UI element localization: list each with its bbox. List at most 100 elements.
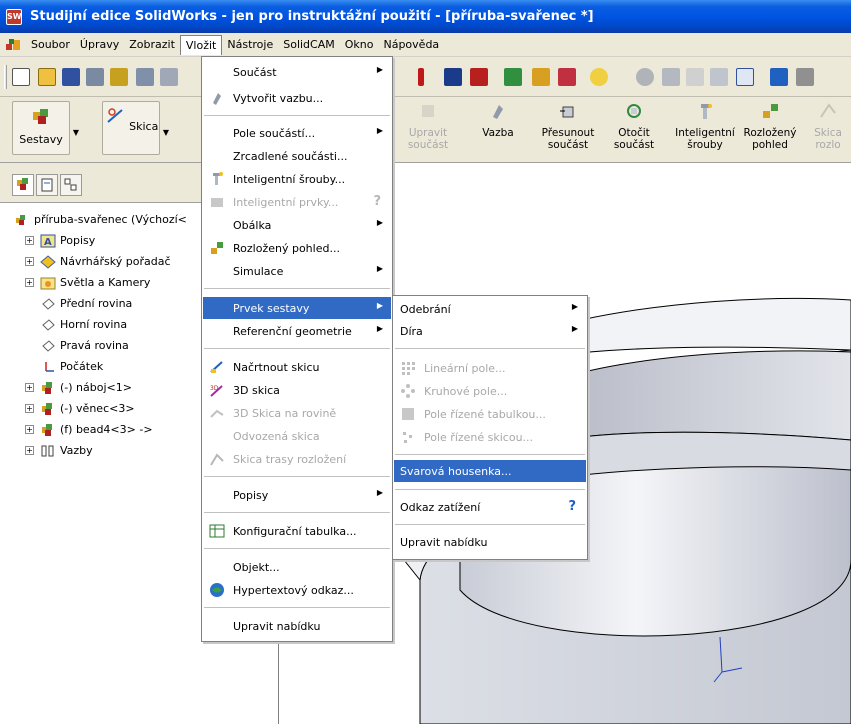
hidden-lines-icon[interactable] — [662, 68, 680, 86]
menu-item-dira[interactable]: Díra ▶ — [394, 320, 586, 342]
configuration-icon — [64, 178, 77, 191]
section-view-icon[interactable] — [710, 68, 728, 86]
make-drawing-icon[interactable] — [86, 68, 104, 86]
menu-item-pole-rizene-tabulkou[interactable]: Pole řízené tabulkou... — [394, 403, 586, 425]
sketch-tab-button[interactable]: Skica ▼ — [102, 101, 169, 155]
more-tools-icon[interactable] — [796, 68, 814, 86]
configuration-manager-tab[interactable] — [60, 174, 82, 196]
assemblies-tab-button[interactable]: Sestavy ▼ — [12, 101, 79, 155]
view-orientation-icon[interactable] — [736, 68, 754, 86]
explode-line-sketch-button[interactable]: Skica rozlo — [808, 101, 848, 151]
toggle-icon[interactable] — [558, 68, 576, 86]
expand-icon[interactable]: + — [25, 236, 34, 245]
expand-icon[interactable]: + — [25, 383, 34, 392]
menu-zobrazit[interactable]: Zobrazit — [124, 35, 180, 54]
options-icon[interactable] — [444, 68, 462, 86]
lights-cameras-icon — [40, 277, 56, 289]
smart-dimension-icon[interactable] — [770, 68, 788, 86]
help-icon[interactable] — [590, 68, 608, 86]
menu-item-inteligentni-srouby[interactable]: Inteligentní šrouby... — [203, 168, 391, 190]
menu-item-kruhove-pole[interactable]: Kruhové pole... — [394, 380, 586, 402]
wireframe-icon[interactable] — [686, 68, 704, 86]
menu-item-referencni-geometrie[interactable]: Referenční geometrie ▶ — [203, 320, 391, 342]
menu-item-zrcadlene-soucasti[interactable]: Zrcadlené součásti... — [203, 145, 391, 167]
menu-item-prvek-sestavy[interactable]: Prvek sestavy ▶ — [203, 297, 391, 319]
menu-item-linearni-pole[interactable]: Lineární pole... — [394, 357, 586, 379]
expand-icon[interactable]: + — [25, 446, 34, 455]
feature-manager-tab[interactable] — [12, 174, 34, 196]
menu-vlozit[interactable]: Vložit — [179, 34, 223, 55]
3d-sketch-plane-icon — [210, 409, 224, 418]
edit-component-button[interactable]: Upravit součást — [406, 101, 450, 151]
exploded-view-button[interactable]: Rozložený pohled — [742, 101, 798, 151]
menu-item-objekt[interactable]: Objekt... — [203, 556, 391, 578]
sketch-icon — [210, 361, 223, 373]
menu-item-upravit-nabidku[interactable]: Upravit nabídku — [203, 615, 391, 637]
make-assembly-icon[interactable] — [110, 68, 128, 86]
menu-solidcam[interactable]: SolidCAM — [278, 35, 340, 54]
assembly-icon — [33, 109, 48, 124]
save-icon[interactable] — [62, 68, 80, 86]
chevron-down-icon[interactable]: ▼ — [73, 128, 79, 137]
menu-item-rozlozeny-pohled[interactable]: Rozložený pohled... — [203, 237, 391, 259]
menu-item-pole-soucasti[interactable]: Pole součástí... ▶ — [203, 122, 391, 144]
menu-item-skica-trasy-rozlozeni[interactable]: Skica trasy rozložení — [203, 448, 391, 470]
move-component-button[interactable]: Přesunout součást — [538, 101, 598, 151]
menu-upravy[interactable]: Úpravy — [75, 35, 124, 54]
menu-nastroje[interactable]: Nástroje — [222, 35, 278, 54]
open-file-icon[interactable] — [38, 68, 56, 86]
menu-item-3d-skica-na-rovine[interactable]: 3D Skica na rovině — [203, 402, 391, 424]
menu-item-3d-skica[interactable]: 3D 3D skica — [203, 379, 391, 401]
submenu-arrow-icon: ▶ — [376, 324, 383, 333]
chevron-down-icon[interactable]: ▼ — [163, 128, 169, 137]
menu-item-odvozena-skica[interactable]: Odvozená skica — [203, 425, 391, 447]
smart-fastener-icon — [701, 104, 712, 119]
menu-item-upravit-nabidku-sub[interactable]: Upravit nabídku — [394, 531, 586, 553]
edit-component-icon — [422, 105, 434, 117]
origin-icon — [45, 361, 54, 372]
assembly-tree-icon — [17, 178, 28, 190]
new-file-icon[interactable] — [12, 68, 30, 86]
tree-root-label: příruba-svařenec (Výchozí< — [34, 213, 187, 226]
menu-okno[interactable]: Okno — [340, 35, 379, 54]
menu-item-simulace[interactable]: Simulace ▶ — [203, 260, 391, 282]
expand-icon[interactable]: + — [25, 425, 34, 434]
assemblies-label: Sestavy — [19, 133, 63, 146]
menu-item-svarova-housenka[interactable]: Svarová housenka... — [394, 460, 586, 482]
assembly-feature-submenu: Odebrání ▶ Díra ▶ Lineární pole... Kruhové… — [392, 295, 588, 560]
zoom-icon[interactable] — [504, 68, 522, 86]
grid-icon[interactable] — [470, 68, 488, 86]
menu-item-vytvorit-vazbu[interactable]: Vytvořit vazbu... — [203, 87, 391, 109]
menu-item-konfiguracni-tabulka[interactable]: Konfigurační tabulka... — [203, 520, 391, 542]
expand-icon[interactable]: + — [25, 278, 34, 287]
menu-item-popisy[interactable]: Popisy ▶ — [203, 484, 391, 506]
menu-item-odkaz-zatizeni[interactable]: Odkaz zatížení? — [394, 496, 586, 518]
menu-soubor[interactable]: Soubor — [26, 35, 75, 54]
menu-item-pole-rizene-skicou[interactable]: Pole řízené skicou... — [394, 426, 586, 448]
menu-napoveda[interactable]: Nápověda — [378, 35, 444, 54]
mate-button[interactable]: Vazba — [478, 101, 518, 139]
smart-fasteners-button[interactable]: Inteligentní šrouby — [674, 101, 736, 151]
rebuild-icon[interactable] — [418, 68, 424, 86]
mate-icon — [213, 93, 221, 105]
menu-item-odebrani[interactable]: Odebrání ▶ — [394, 298, 586, 320]
expand-icon[interactable]: + — [25, 404, 34, 413]
menu-item-inteligentni-prvky[interactable]: Inteligentní prvky...? — [203, 191, 391, 213]
rotate-component-button[interactable]: Otočit součást — [612, 101, 656, 151]
property-manager-tab[interactable] — [36, 174, 58, 196]
submenu-arrow-icon: ▶ — [376, 301, 383, 310]
menu-item-soucast[interactable]: Součást ▶ — [203, 61, 391, 83]
help-question-icon: ? — [568, 499, 576, 514]
svg-text:A: A — [44, 237, 52, 248]
rotate-component-icon — [627, 104, 641, 118]
menu-item-hypertextovy-odkaz[interactable]: Hypertextový odkaz... — [203, 579, 391, 601]
select-icon[interactable] — [532, 68, 550, 86]
print-icon[interactable] — [136, 68, 154, 86]
expand-icon[interactable]: + — [25, 257, 34, 266]
menu-item-nacrtnout-skicu[interactable]: Načrtnout skicu — [203, 356, 391, 378]
menu-item-obalka[interactable]: Obálka ▶ — [203, 214, 391, 236]
command-manager: Sestavy ▼ Skica ▼ Upravit součást Vazba P… — [0, 97, 851, 163]
print-preview-icon[interactable] — [160, 68, 178, 86]
solidworks-logo-icon — [6, 38, 20, 50]
shaded-icon[interactable] — [636, 68, 654, 86]
